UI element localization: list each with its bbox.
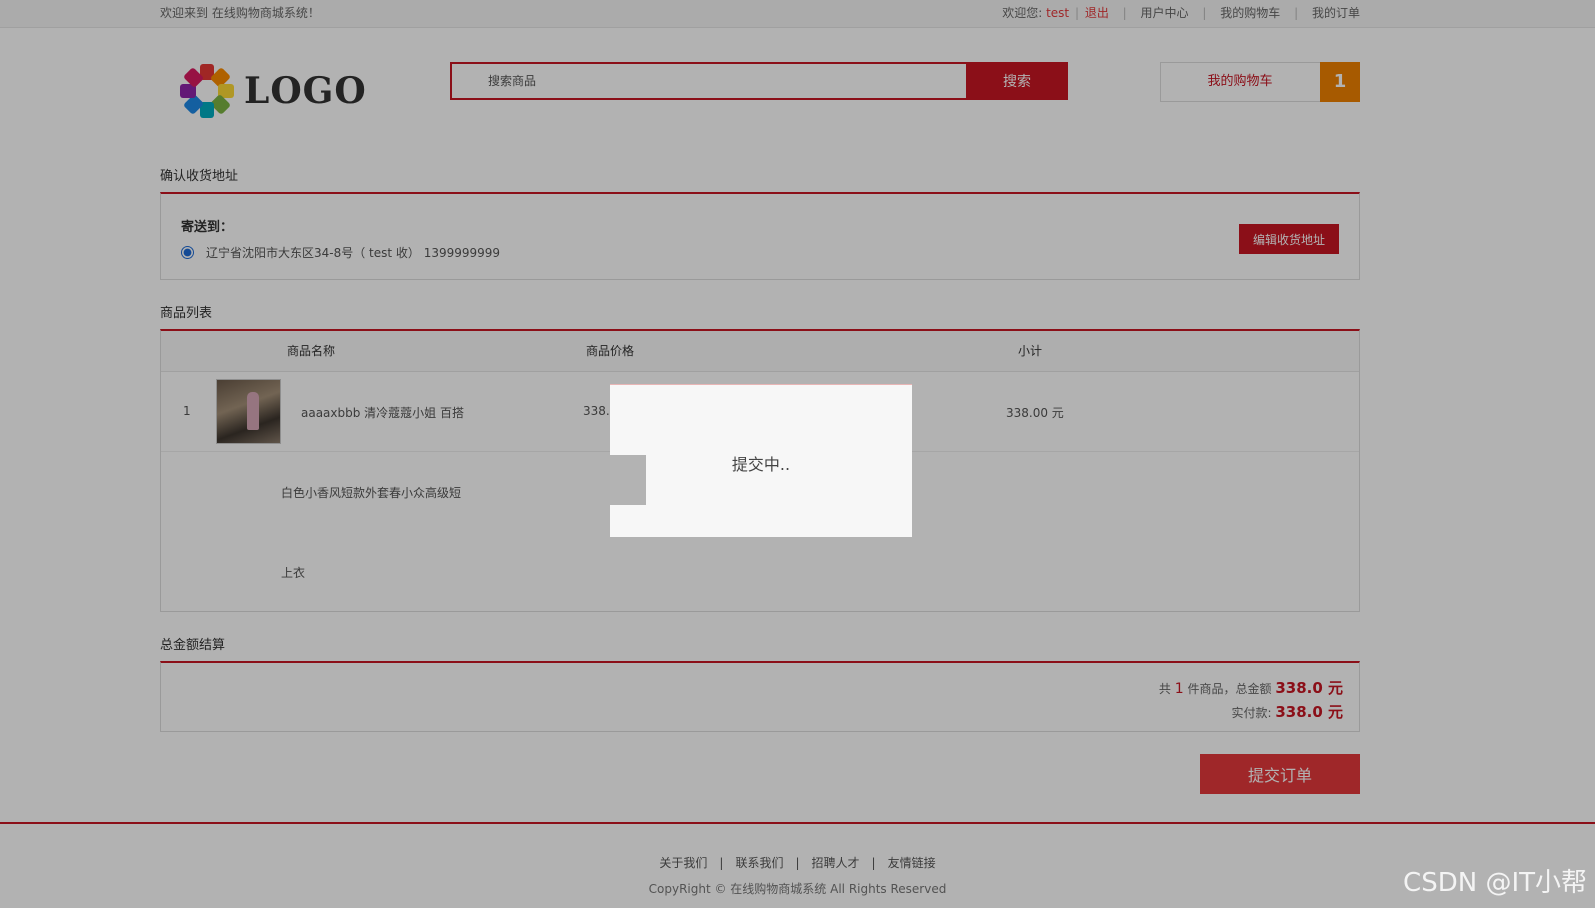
- submitting-dialog: 提交中..: [610, 384, 912, 537]
- watermark: CSDN @IT小帮: [1403, 868, 1587, 898]
- dialog-message: 提交中..: [731, 455, 791, 474]
